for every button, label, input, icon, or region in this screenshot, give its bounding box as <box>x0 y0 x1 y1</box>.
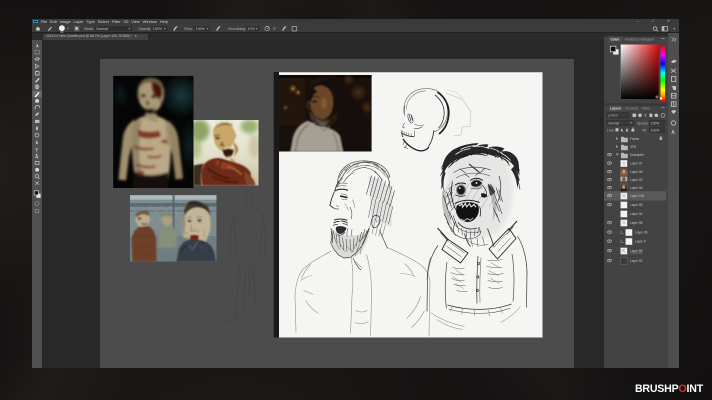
svg-text:Flow:: Flow: <box>184 27 193 31</box>
svg-text:Fill:: Fill: <box>642 128 647 132</box>
svg-text:Layer 94: Layer 94 <box>630 212 643 216</box>
svg-text:0°: 0° <box>273 27 277 31</box>
svg-text:Layer 9: Layer 9 <box>635 239 646 243</box>
svg-text:Layer 95: Layer 95 <box>630 203 643 207</box>
svg-text:Smoothing:: Smoothing: <box>228 27 246 31</box>
svg-text:Normal: Normal <box>96 27 108 31</box>
svg-text:100%: 100% <box>153 27 163 31</box>
svg-text:ρ Kind: ρ Kind <box>609 113 618 117</box>
svg-text:Layer 100: Layer 100 <box>630 194 644 198</box>
svg-text:A: A <box>671 130 675 136</box>
svg-text:Layer 98: Layer 98 <box>630 170 643 174</box>
svg-text:Frame: Frame <box>630 137 639 141</box>
svg-text:Layer 99: Layer 99 <box>630 178 643 182</box>
svg-text:100%: 100% <box>651 128 660 132</box>
svg-text:T: T <box>35 147 38 153</box>
svg-text:Histogram: Histogram <box>640 37 655 41</box>
svg-text:Layer 96: Layer 96 <box>635 230 648 234</box>
svg-text:100%: 100% <box>196 27 206 31</box>
svg-text:Layer 96: Layer 96 <box>630 186 643 190</box>
svg-text:Layers: Layers <box>610 106 621 110</box>
svg-text:Color: Color <box>611 37 620 41</box>
svg-text:Mode:: Mode: <box>84 27 94 31</box>
svg-text:Normal: Normal <box>609 121 620 125</box>
svg-text:Layer 98: Layer 98 <box>630 221 643 225</box>
svg-text:T: T <box>644 113 647 118</box>
svg-text:10%: 10% <box>248 27 256 31</box>
svg-text:Opacity:: Opacity: <box>637 121 649 125</box>
svg-text:Paths: Paths <box>642 106 651 110</box>
svg-text:Channels: Channels <box>625 106 639 110</box>
svg-text:Lock:: Lock: <box>607 128 615 132</box>
svg-text:Layer 97: Layer 97 <box>630 161 643 165</box>
svg-text:Swatches: Swatches <box>625 37 639 41</box>
svg-text:Kharakter: Kharakter <box>630 153 645 157</box>
svg-text:100%: 100% <box>651 121 660 125</box>
svg-text:Opacity:: Opacity: <box>138 27 151 31</box>
svg-text:Layer 93: Layer 93 <box>630 259 643 263</box>
svg-text:Layer 88: Layer 88 <box>630 249 643 253</box>
svg-text:JPG: JPG <box>630 145 637 149</box>
